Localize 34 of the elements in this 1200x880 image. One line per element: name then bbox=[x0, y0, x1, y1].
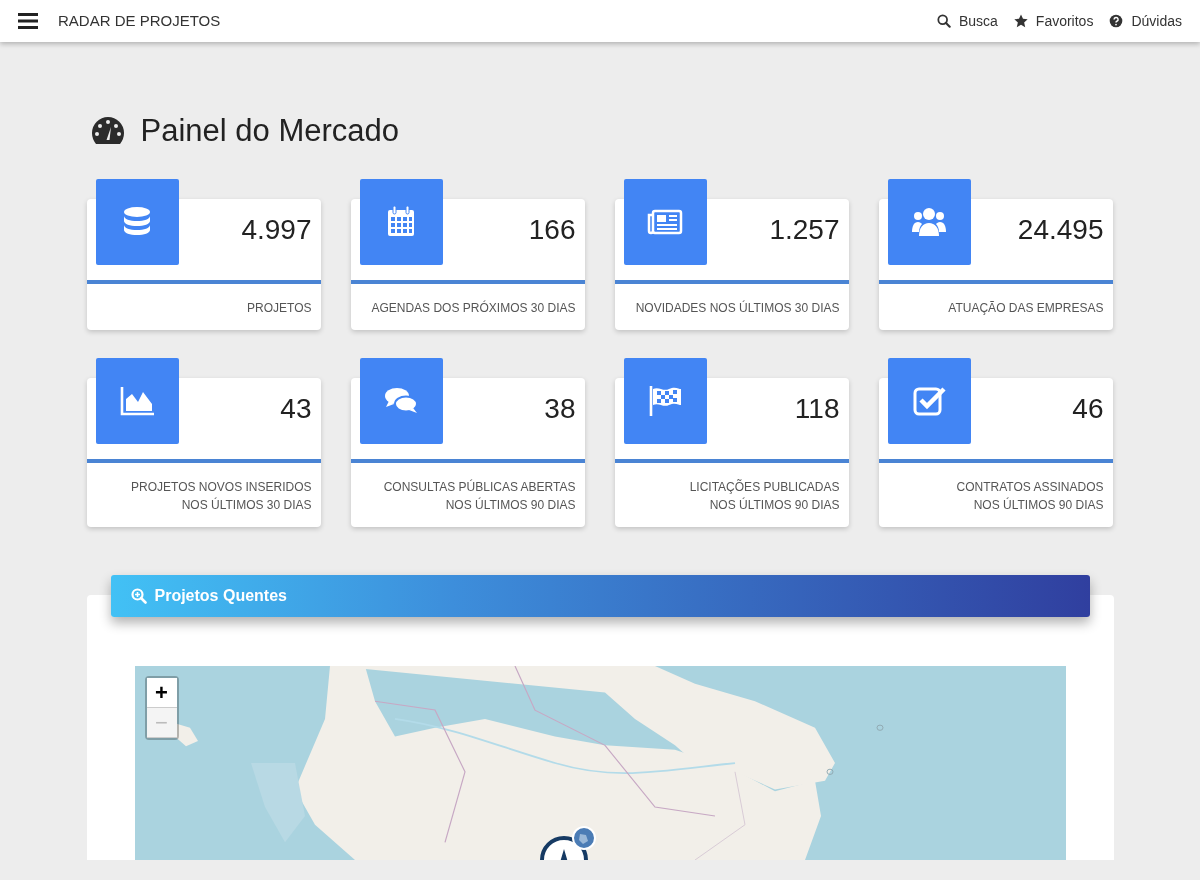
star-icon bbox=[1013, 14, 1028, 28]
stat-label: NOVIDADES NOS ÚLTIMOS 30 DIAS bbox=[634, 299, 840, 318]
stat-value: 1.257 bbox=[769, 214, 840, 246]
stat-label: CONSULTAS PÚBLICAS ABERTAS bbox=[382, 478, 576, 497]
panel-title: Projetos Quentes bbox=[154, 586, 287, 607]
stat-value: 38 bbox=[544, 393, 576, 425]
stat-value: 4.997 bbox=[241, 214, 312, 246]
zoom-in-button[interactable]: + bbox=[146, 678, 177, 709]
app-title: RADAR DE PROJETOS bbox=[58, 10, 221, 31]
stat-value: 118 bbox=[794, 393, 840, 425]
stat-label: NOS ÚLTIMOS 90 DIAS bbox=[972, 496, 1104, 515]
stat-label: AGENDAS DOS PRÓXIMOS 30 DIAS bbox=[370, 299, 576, 318]
stat-value: 166 bbox=[528, 214, 576, 246]
nav-link[interactable]: Favoritos bbox=[1013, 10, 1094, 32]
search-icon bbox=[936, 14, 951, 28]
stat-label: LICITAÇÕES PUBLICADAS bbox=[688, 478, 840, 497]
stat-label: NOS ÚLTIMOS 30 DIAS bbox=[180, 496, 312, 515]
page-title: Painel do Mercado bbox=[140, 112, 399, 150]
stat-label: PROJETOS NOVOS INSERIDOS bbox=[130, 479, 312, 497]
stat-value: 24.495 bbox=[1017, 214, 1104, 246]
dashboard-icon bbox=[90, 115, 125, 146]
stat-value: 46 bbox=[1072, 393, 1104, 425]
map-marker-icon[interactable] bbox=[539, 826, 598, 861]
stat-label: PROJETOS bbox=[246, 300, 312, 318]
stat-label: ATUAÇÃO DAS EMPRESAS bbox=[947, 300, 1104, 318]
stat-label: NOS ÚLTIMOS 90 DIAS bbox=[444, 496, 576, 515]
nav-link[interactable]: Dúvidas bbox=[1109, 10, 1182, 32]
stat-label: NOS ÚLTIMOS 90 DIAS bbox=[708, 496, 840, 515]
stat-value: 43 bbox=[280, 393, 312, 425]
menu-icon[interactable] bbox=[18, 13, 38, 29]
help-icon bbox=[1109, 14, 1124, 28]
nav-link[interactable]: Busca bbox=[936, 10, 998, 32]
zoom-search-icon bbox=[130, 588, 147, 605]
stat-label: CONTRATOS ASSINADOS bbox=[955, 479, 1104, 497]
